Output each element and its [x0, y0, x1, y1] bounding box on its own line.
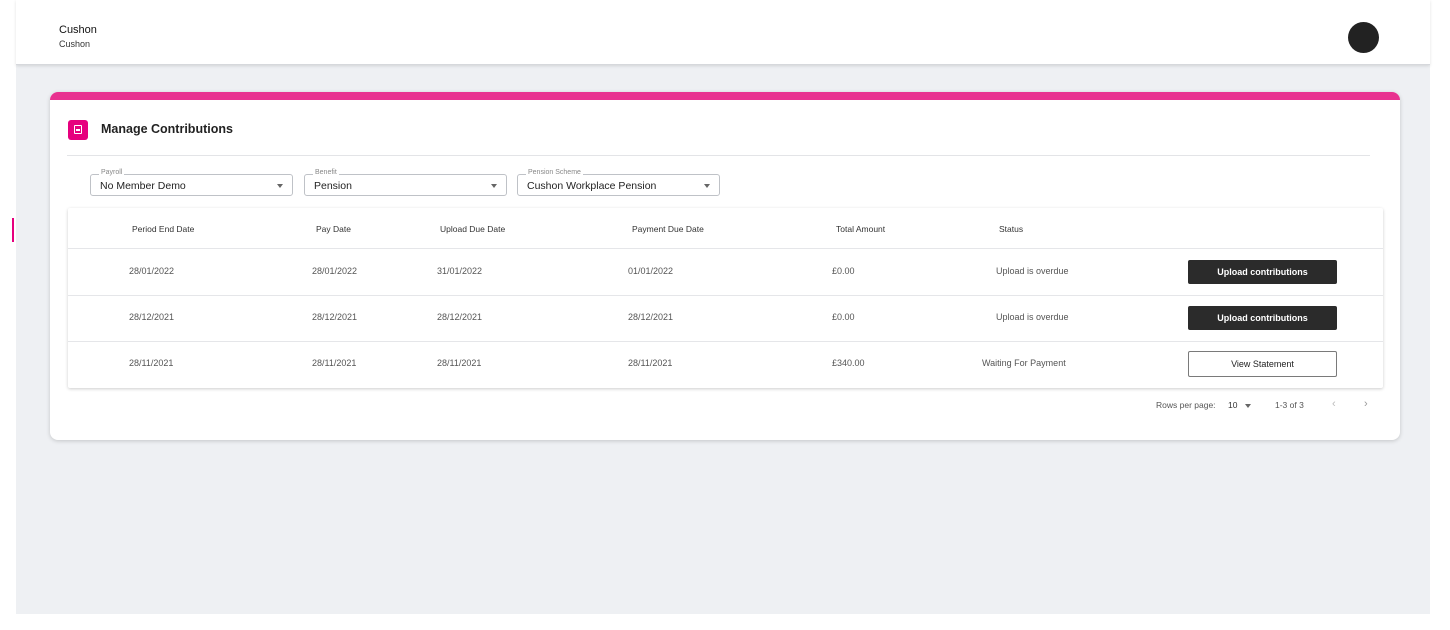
upload-contributions-button[interactable]: Upload contributions [1188, 306, 1337, 330]
pension-scheme-select-label: Pension Scheme [526, 169, 583, 176]
rows-per-page-value[interactable]: 10 [1228, 400, 1237, 410]
row-divider [68, 248, 1383, 249]
cell-pay-date: 28/01/2022 [312, 266, 358, 276]
card-divider [67, 155, 1370, 156]
cell-pay-date: 28/11/2021 [312, 358, 357, 368]
cell-total: £0.00 [832, 312, 855, 322]
cell-payment-due: 28/12/2021 [628, 312, 674, 322]
col-header-total: Total Amount [836, 224, 886, 234]
benefit-select-value: Pension [314, 180, 352, 192]
chevron-down-icon [704, 184, 710, 188]
cell-upload-due: 28/11/2021 [437, 358, 482, 368]
pagination-range: 1-3 of 3 [1275, 400, 1304, 410]
card-accent-bar [50, 92, 1400, 100]
contributions-table: Period End Date Pay Date Upload Due Date… [68, 208, 1383, 388]
col-header-payment-due: Payment Due Date [632, 224, 704, 234]
chevron-right-icon[interactable]: › [1364, 398, 1368, 410]
cell-payment-due: 28/11/2021 [628, 358, 673, 368]
chevron-left-icon[interactable]: ‹ [1332, 398, 1336, 410]
col-header-upload-due: Upload Due Date [440, 224, 506, 234]
cell-payment-due: 01/01/2022 [628, 266, 674, 276]
cell-total: £0.00 [832, 266, 855, 276]
org-name: Cushon [59, 24, 97, 36]
card-title: Manage Contributions [101, 122, 233, 136]
cell-total: £340.00 [832, 358, 865, 368]
payroll-select[interactable]: Payroll No Member Demo [90, 169, 293, 196]
col-header-pay-date: Pay Date [316, 224, 351, 234]
pension-scheme-select[interactable]: Pension Scheme Cushon Workplace Pension [517, 169, 720, 196]
cell-period-end: 28/12/2021 [129, 312, 175, 322]
benefit-select-label: Benefit [313, 169, 339, 176]
payroll-select-label: Payroll [99, 169, 125, 176]
row-divider [68, 295, 1383, 296]
pension-scheme-select-value: Cushon Workplace Pension [527, 180, 657, 192]
manage-contributions-card: Manage Contributions Payroll No Member D… [50, 92, 1400, 440]
upload-contributions-button[interactable]: Upload contributions [1188, 260, 1337, 284]
view-statement-button[interactable]: View Statement [1188, 351, 1337, 377]
side-indicator [12, 218, 14, 242]
cell-period-end: 28/11/2021 [129, 358, 174, 368]
chevron-down-icon [277, 184, 283, 188]
rows-per-page-label: Rows per page: [1156, 400, 1216, 410]
col-header-status: Status [999, 224, 1024, 234]
payroll-select-value: No Member Demo [100, 180, 186, 192]
cell-upload-due: 28/12/2021 [437, 312, 483, 322]
row-divider [68, 341, 1383, 342]
contributions-icon [68, 120, 88, 140]
cell-status: Upload is overdue [996, 266, 1069, 276]
top-bar: Cushon Cushon [16, 0, 1430, 65]
app-frame: Cushon Cushon Manage Contributions Payro… [16, 0, 1430, 614]
cell-pay-date: 28/12/2021 [312, 312, 358, 322]
chevron-down-icon[interactable] [1245, 404, 1251, 408]
cell-period-end: 28/01/2022 [129, 266, 175, 276]
benefit-select[interactable]: Benefit Pension [304, 169, 507, 196]
chevron-down-icon [491, 184, 497, 188]
cell-status: Waiting For Payment [982, 358, 1066, 368]
user-avatar-icon[interactable] [1348, 22, 1379, 53]
org-subtitle: Cushon [59, 39, 91, 49]
col-header-period-end: Period End Date [132, 224, 195, 234]
cell-upload-due: 31/01/2022 [437, 266, 483, 276]
cell-status: Upload is overdue [996, 312, 1069, 322]
